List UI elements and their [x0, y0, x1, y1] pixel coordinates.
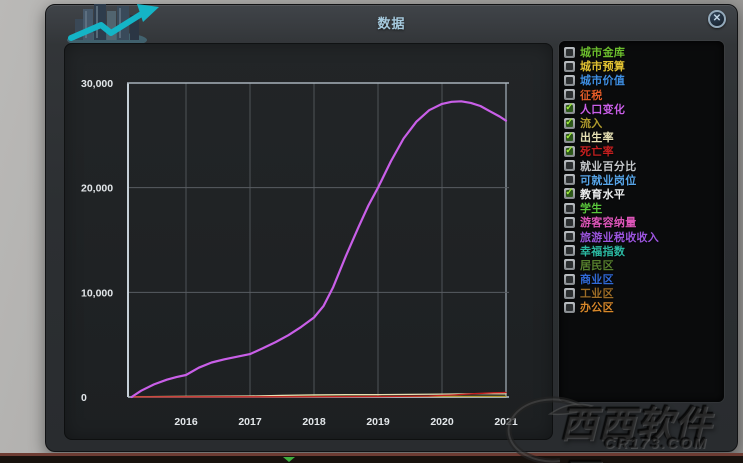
- legend-item[interactable]: ✓城市预算: [559, 59, 724, 73]
- svg-text:2020: 2020: [430, 416, 454, 428]
- window-title: 数据: [377, 16, 406, 31]
- legend-checkbox[interactable]: ✓: [564, 301, 575, 313]
- legend-item[interactable]: ✓可就业岗位: [559, 173, 724, 187]
- legend-checkbox[interactable]: ✓: [564, 116, 575, 129]
- close-button[interactable]: ✕: [708, 10, 726, 28]
- check-icon: ✓: [565, 187, 574, 199]
- legend-checkbox[interactable]: ✓: [564, 74, 575, 86]
- axis-labels: 2016 2017 2018 2019 2020 2021 0 10,000 20,000 30,…: [81, 78, 518, 428]
- legend-checkbox[interactable]: ✓: [564, 144, 575, 157]
- svg-text:30,000: 30,000: [81, 78, 113, 90]
- legend-checkbox[interactable]: ✓: [564, 287, 575, 299]
- legend-checkbox[interactable]: ✓: [564, 231, 575, 243]
- svg-text:2021: 2021: [494, 416, 518, 428]
- bottom-bar-arrow-icon[interactable]: [283, 457, 295, 462]
- line-chart: 2016 2017 2018 2019 2020 2021 0 10,000 20,000 30,…: [81, 78, 518, 428]
- legend-item[interactable]: ✓ 出生率: [559, 130, 724, 144]
- legend-list: ✓城市金库✓城市预算✓城市价值✓征税✓人口变化✓流入✓出生率✓死亡率✓就业百分比…: [559, 45, 724, 315]
- legend-checkbox[interactable]: ✓: [564, 187, 575, 200]
- check-icon: ✓: [565, 144, 574, 156]
- legend-item[interactable]: ✓ 死亡率: [559, 144, 724, 158]
- check-icon: ✓: [565, 130, 574, 142]
- legend-item[interactable]: ✓居民区: [559, 258, 724, 272]
- axes: [127, 82, 509, 398]
- legend-checkbox[interactable]: ✓: [564, 259, 575, 271]
- series-人口变化: [130, 100, 508, 399]
- svg-text:20,000: 20,000: [81, 183, 113, 195]
- legend-item[interactable]: ✓学生: [559, 201, 724, 215]
- legend-checkbox[interactable]: ✓: [564, 160, 575, 172]
- legend-checkbox[interactable]: ✓: [564, 60, 575, 72]
- chart-panel: 2016 2017 2018 2019 2020 2021 0 10,000 20,000 30,…: [64, 43, 553, 440]
- legend-checkbox[interactable]: ✓: [564, 46, 575, 58]
- legend-item[interactable]: ✓城市金库: [559, 45, 724, 59]
- legend-checkbox[interactable]: ✓: [564, 202, 575, 214]
- legend-checkbox[interactable]: ✓: [564, 273, 575, 285]
- svg-text:2017: 2017: [238, 416, 262, 428]
- game-bottom-bar: [0, 453, 743, 463]
- legend-item[interactable]: ✓ 教育水平: [559, 187, 724, 201]
- desktop: 数据 ✕ 2016 2017 2018 2019 2020 2021 0 10,000 20,0…: [0, 0, 743, 463]
- legend-item-label: 办公区: [580, 302, 614, 315]
- legend-checkbox[interactable]: ✓: [564, 174, 575, 186]
- legend-item[interactable]: ✓ 人口变化: [559, 102, 724, 116]
- data-series: [130, 100, 508, 399]
- legend-checkbox[interactable]: ✓: [564, 130, 575, 143]
- legend-item[interactable]: ✓就业百分比: [559, 159, 724, 173]
- legend-item[interactable]: ✓征税: [559, 88, 724, 102]
- statistics-window: 数据 ✕ 2016 2017 2018 2019 2020 2021 0 10,000 20,0…: [45, 4, 738, 452]
- titlebar[interactable]: 数据 ✕: [46, 4, 737, 48]
- legend-item[interactable]: ✓幸福指数: [559, 244, 724, 258]
- legend-item[interactable]: ✓旅游业税收收入: [559, 229, 724, 244]
- legend-item[interactable]: ✓ 办公区: [559, 300, 724, 314]
- svg-text:10,000: 10,000: [81, 287, 113, 299]
- legend-item[interactable]: ✓工业区: [559, 286, 724, 300]
- legend-item[interactable]: ✓游客容纳量: [559, 215, 724, 229]
- legend-checkbox[interactable]: ✓: [564, 245, 575, 257]
- legend-checkbox[interactable]: ✓: [564, 216, 575, 228]
- check-icon: ✓: [565, 102, 574, 114]
- legend-checkbox[interactable]: ✓: [564, 102, 575, 115]
- svg-text:2016: 2016: [174, 416, 198, 428]
- gridlines: [128, 83, 509, 397]
- svg-text:0: 0: [81, 392, 87, 404]
- legend-item[interactable]: ✓城市价值: [559, 73, 724, 87]
- legend-item[interactable]: ✓商业区: [559, 272, 724, 286]
- legend-checkbox[interactable]: ✓: [564, 89, 575, 101]
- legend-item[interactable]: ✓ 流入: [559, 116, 724, 130]
- check-icon: ✓: [565, 116, 574, 128]
- svg-text:2018: 2018: [302, 416, 326, 428]
- svg-text:2019: 2019: [366, 416, 390, 428]
- legend-panel: ✓城市金库✓城市预算✓城市价值✓征税✓人口变化✓流入✓出生率✓死亡率✓就业百分比…: [559, 41, 724, 402]
